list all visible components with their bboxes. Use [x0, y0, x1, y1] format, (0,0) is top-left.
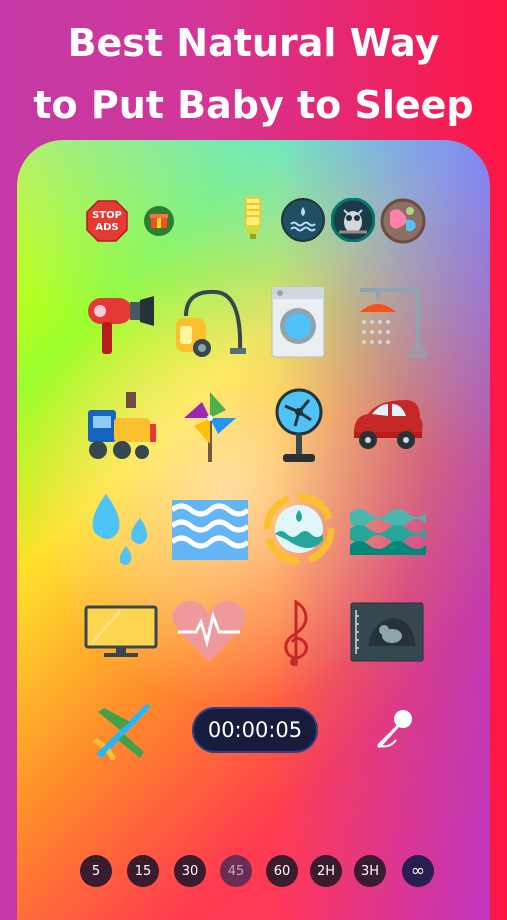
stop-ads-icon[interactable]: STOP ADS — [86, 200, 128, 242]
timer-chip-5[interactable]: 5 — [80, 855, 112, 887]
timer-chip-infinite[interactable]: ∞ — [402, 855, 434, 887]
stop-ads-line-2: ADS — [95, 222, 118, 233]
timer-chip-2h[interactable]: 2H — [310, 855, 342, 887]
car-icon[interactable] — [350, 392, 424, 458]
headline-line-2: to Put Baby to Sleep — [33, 83, 474, 127]
tv-icon[interactable] — [84, 605, 158, 659]
hair-dryer-icon[interactable] — [84, 286, 158, 360]
rain-drops-icon[interactable] — [88, 492, 154, 568]
water-cycle-icon[interactable] — [262, 492, 336, 566]
water-drops-icon[interactable] — [281, 198, 325, 242]
sea-waves-icon[interactable] — [350, 505, 426, 555]
light-bulb-icon[interactable] — [236, 196, 270, 242]
vacuum-cleaner-icon[interactable] — [172, 286, 248, 360]
shower-icon[interactable] — [350, 286, 426, 360]
washing-machine-icon[interactable] — [271, 286, 325, 358]
timer-chip-3h[interactable]: 3H — [354, 855, 386, 887]
headline-line-1: Best Natural Way — [67, 21, 440, 65]
stop-ads-line-1: STOP — [92, 210, 122, 221]
gift-icon[interactable] — [142, 205, 176, 237]
music-note-icon[interactable] — [282, 596, 312, 668]
heartbeat-icon[interactable] — [172, 598, 246, 664]
timer-chip-row: 5 15 30 45 60 2H 3H ∞ — [80, 855, 440, 887]
owl-icon[interactable] — [331, 198, 375, 242]
timer-display[interactable]: 00:00:05 — [192, 707, 318, 753]
headline: Best Natural Way to Put Baby to Sleep — [0, 12, 507, 136]
timer-chip-15[interactable]: 15 — [127, 855, 159, 887]
waves-icon[interactable] — [172, 500, 248, 560]
timer-chip-45[interactable]: 45 — [220, 855, 252, 887]
pinwheel-icon[interactable] — [180, 388, 240, 464]
timer-chip-30[interactable]: 30 — [174, 855, 206, 887]
ultrasound-icon[interactable] — [350, 602, 424, 662]
timer-chip-60[interactable]: 60 — [266, 855, 298, 887]
microphone-icon[interactable] — [372, 706, 416, 750]
train-icon[interactable] — [84, 388, 158, 464]
earth-icon[interactable] — [380, 198, 426, 244]
airplane-icon[interactable] — [90, 700, 154, 760]
fan-icon[interactable] — [275, 388, 323, 464]
